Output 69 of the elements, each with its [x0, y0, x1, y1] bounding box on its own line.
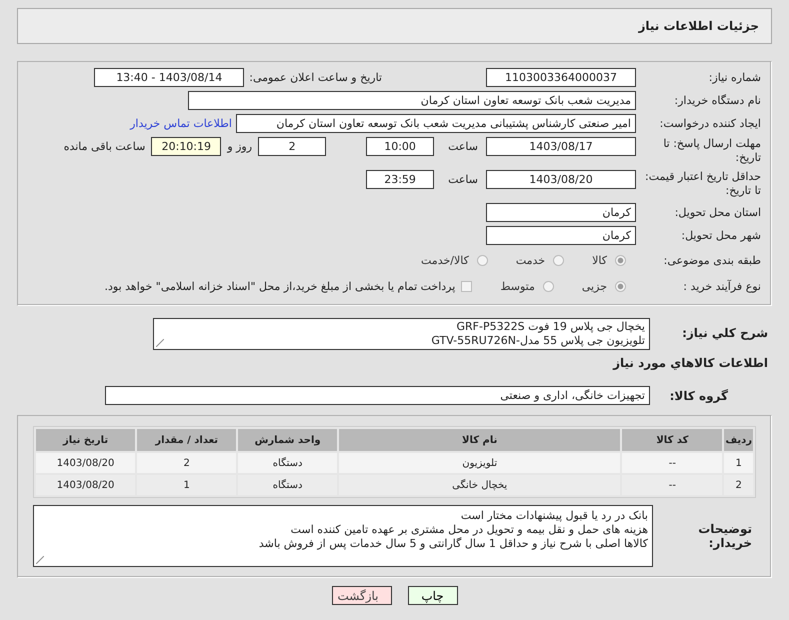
buyer-org-field: مدیریت شعب بانک توسعه تعاون استان کرمان	[188, 91, 636, 110]
radio-button[interactable]	[476, 254, 488, 266]
field-label: تاریخ و ساعت اعلان عمومی:	[249, 71, 382, 84]
radio-button[interactable]	[615, 254, 626, 266]
field-label: مهلت ارسال پاسخ: تا تاریخ:	[662, 137, 762, 165]
radio-label: کالا	[592, 254, 607, 266]
table-cell: 1	[137, 475, 236, 495]
column-header: تعداد / مقدار	[137, 429, 236, 451]
announce-date-field: 1403/08/14 - 13:40	[94, 68, 244, 87]
field-label: گروه کالا:	[668, 388, 729, 402]
table-cell: دستگاه	[238, 453, 338, 473]
table-cell: 2	[724, 475, 753, 495]
column-header: تاریخ نیاز	[36, 429, 136, 451]
field-label: ایجاد کننده درخواست:	[658, 117, 762, 130]
section-heading: اطلاعات کالاهاي مورد نیاز	[612, 356, 768, 370]
table-cell: 1403/08/20	[36, 475, 136, 495]
field-label: استان محل تحویل:	[674, 206, 762, 219]
province-field: کرمان	[486, 203, 636, 222]
field-label: حداقل تاریخ اعتبار قیمت: تا تاریخ:	[644, 170, 762, 198]
requester-field: امیر صنعتی کارشناس پشتیبانی مدیریت شعب بانک توسعه تعاون استان کرمان	[236, 114, 636, 133]
time-field: 23:59	[366, 170, 434, 189]
field-label: روز و	[227, 139, 252, 155]
radio-button[interactable]	[615, 280, 626, 292]
city-field: کرمان	[486, 226, 636, 245]
radio-button[interactable]	[542, 280, 554, 292]
column-header: ردیف	[724, 429, 753, 451]
field-label: شهر محل تحویل:	[680, 229, 762, 242]
summary-textarea: یخچال جی پلاس 19 فوت GRF-P5322S تلویزیون جی پلاس 55 مدل-GTV-55RU726N	[153, 318, 650, 350]
table-cell: --	[622, 453, 722, 473]
radio-label: متوسط	[500, 280, 535, 292]
resize-grip-icon	[156, 339, 164, 347]
field-label: توضیحات خریدار:	[697, 522, 753, 550]
column-header: نام کالا	[339, 429, 620, 451]
table-cell: یخچال خانگی	[339, 475, 620, 495]
field-label: شرح کلي نیاز:	[681, 326, 769, 340]
field-label: نام دستگاه خریدار:	[673, 94, 762, 107]
checkbox[interactable]	[461, 280, 472, 292]
radio-label: کالا/خدمت	[421, 254, 469, 266]
table-cell: 1	[724, 453, 753, 473]
field-label: نوع فرآیند خرید :	[682, 280, 762, 292]
need-number-field: 1103003364000037	[486, 68, 636, 87]
field-label: ساعت	[448, 172, 478, 188]
buyer-notes-textarea: بانک در رد یا قبول پیشنهادات مختار است هزینه های حمل و نقل بیمه و تحویل در محل مشتری بر عهده تامین کننده است کالاها اصلی با شرح نیاز و حداقل 1 سال گارانتی و 5 سال خدمات پس از فروش باشد	[33, 505, 653, 567]
radio-button[interactable]	[553, 254, 564, 266]
field-label: ساعت	[448, 139, 478, 155]
resize-grip-icon	[36, 556, 44, 564]
print-button[interactable]: چاپ	[408, 586, 458, 605]
table-cell: 1403/08/20	[36, 453, 136, 473]
buyer-contact-link[interactable]: اطلاعات تماس خریدار	[130, 117, 232, 130]
table-cell: دستگاه	[238, 475, 338, 495]
back-button[interactable]: بازگشت	[332, 586, 392, 605]
time-field: 10:00	[366, 137, 434, 156]
table-cell: تلویزیون	[339, 453, 620, 473]
date-field: 1403/08/20	[486, 170, 636, 189]
table-cell: --	[622, 475, 722, 495]
radio-label: جزیی	[582, 280, 607, 292]
remaining-time-field: 20:10:19	[151, 137, 222, 156]
checkbox-label: پرداخت تمام یا بخشی از مبلغ خرید،از محل "اسناد خزانه اسلامی" خواهد بود.	[104, 280, 456, 292]
field-label: طبقه بندی موضوعی:	[662, 254, 762, 266]
page-title: جزئیات اطلاعات نیاز	[638, 19, 759, 33]
field-label: ساعت باقی مانده	[64, 139, 146, 155]
days-field: 2	[258, 137, 326, 156]
field-label: شماره نیاز:	[708, 71, 762, 84]
date-field: 1403/08/17	[486, 137, 636, 156]
radio-label: خدمت	[516, 254, 546, 266]
column-header: کد کالا	[622, 429, 722, 451]
column-header: واحد شمارش	[238, 429, 338, 451]
goods-group-field: تجهیزات خانگی، اداری و صنعتی	[105, 386, 650, 405]
table-cell: 2	[137, 453, 236, 473]
